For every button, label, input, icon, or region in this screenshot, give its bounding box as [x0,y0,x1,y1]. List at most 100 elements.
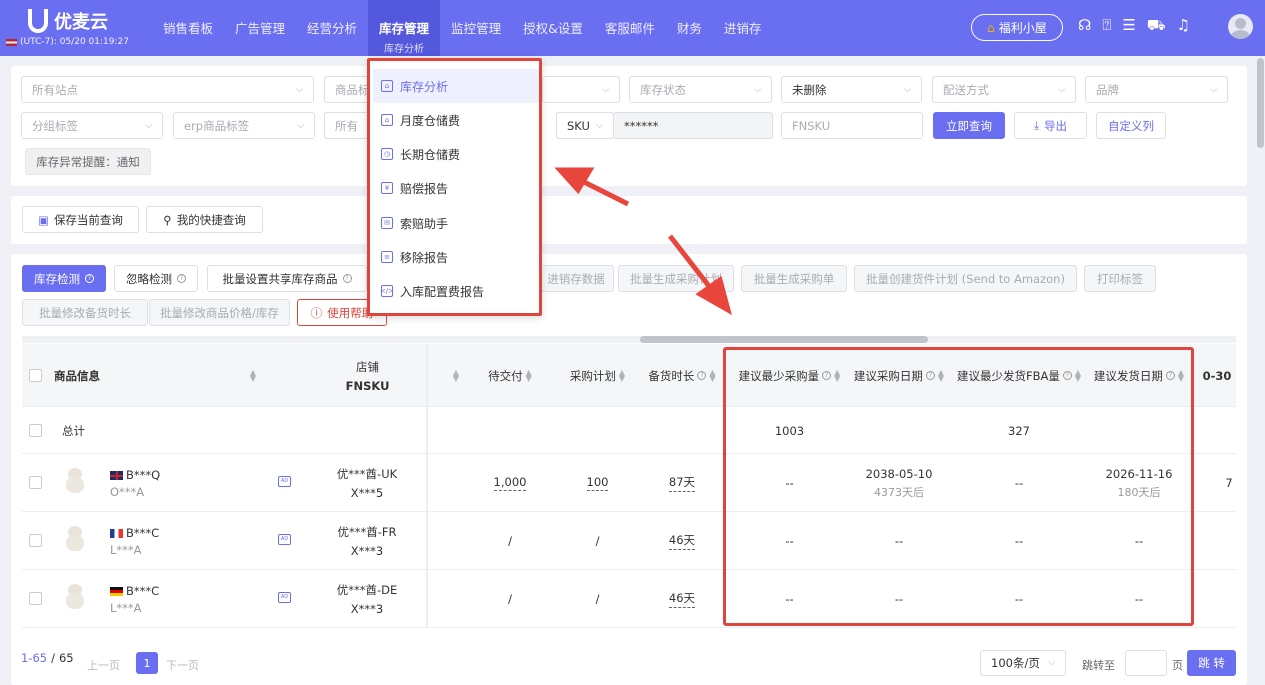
nav-monitor[interactable]: 监控管理 [440,0,512,56]
horizontal-scrollbar[interactable] [22,336,1236,343]
help-icon: ⓘ [310,305,323,320]
sku-type-select[interactable]: SKU ⌵ [556,112,614,139]
page-size-select[interactable]: 100条/页 ⌵ [980,650,1066,676]
fnsku-input[interactable]: FNSKU [781,112,923,139]
warehouse-icon: ⌂ [381,80,393,92]
lead-cell[interactable]: 46天 [642,512,722,570]
row-checkbox[interactable] [29,534,42,547]
ad-icon[interactable]: AD [278,534,291,545]
product-info: B***Q O***A [110,468,161,499]
delivery-select[interactable]: 配送方式 ⌵ [932,76,1076,103]
ad-icon[interactable]: AD [278,476,291,487]
product-thumbnail[interactable] [62,578,88,612]
nav-analysis[interactable]: 经营分析 [296,0,368,56]
plan-cell: / [595,534,600,548]
sort-icon: ▲ ▼ [452,367,460,383]
menu-long-term-storage[interactable]: ◷ 长期仓储费 [373,137,539,171]
chevron-down-icon: ⌵ [1058,84,1065,95]
nav-inventory[interactable]: 库存管理 库存分析 [368,0,441,56]
pending-cell: / [508,592,512,606]
warehouse-select[interactable]: ⌵ [542,76,620,103]
batch-plan-button[interactable]: 批量生成采购计划 [618,265,734,292]
goto-page-input[interactable] [1125,650,1167,676]
avatar[interactable] [1228,14,1253,39]
plan-cell[interactable]: 100 [555,454,640,512]
ignore-check-button[interactable]: 忽略检测? [114,265,198,292]
plan-cell: / [595,592,600,606]
pager-info: 1-65/65 [21,651,74,665]
menu-claim-assistant[interactable]: ✉ 索赔助手 [373,206,539,240]
save-query-button[interactable]: ▣ 保存当前查询 [22,206,139,233]
message-icon[interactable]: ☰ [1122,16,1135,36]
my-quick-query-button[interactable]: ⚲ 我的快捷查询 [146,206,263,233]
lead-cell[interactable]: 87天 [642,454,722,512]
jump-button[interactable]: 跳 转 [1187,650,1236,676]
stock-status-select[interactable]: 库存状态 ⌵ [629,76,772,103]
ad-icon[interactable]: AD [278,592,291,603]
col-shop-fnsku[interactable]: 店铺 FNSKU [310,344,425,407]
scrollbar-thumb[interactable] [640,336,928,343]
batch-shipment-button[interactable]: 批量创建货件计划 (Send to Amazon) [854,265,1077,292]
menu-inventory-analysis[interactable]: ⌂ 库存分析 [373,69,539,103]
brand-select[interactable]: 品牌 ⌵ [1085,76,1228,103]
nav-ads[interactable]: 广告管理 [224,0,296,56]
bell-icon[interactable]: ♫ [1177,16,1190,36]
col-product[interactable]: 商品信息 ▲ ▼ [50,344,260,407]
header-icons: ☊ ⍰ ☰ ⛟ ♫ [1078,16,1190,36]
custom-columns-button[interactable]: 自定义列 [1096,112,1166,139]
sort-icon: ▲ ▼ [709,367,716,383]
welfare-button[interactable]: ⌂ 福利小屋 [971,14,1063,41]
batch-share-button[interactable]: 批量设置共享库存商品? [207,265,367,292]
nav-sales-board[interactable]: 销售看板 [152,0,224,56]
product-thumbnail[interactable] [62,520,88,554]
sales-data-button[interactable]: 进销存数据 [538,265,614,292]
shop-cell: 优***酋-UK X***5 [336,467,398,500]
row-checkbox[interactable] [29,424,42,437]
menu-inbound-fee-report[interactable]: </> 入库配置费报告 [373,274,539,308]
product-thumbnail[interactable] [62,462,88,496]
col-age[interactable]: 0-30 [1202,344,1232,407]
erp-tag-select[interactable]: erp商品标签 ⌵ [173,112,315,139]
col-pending[interactable]: 待交付 ▲ ▼ [468,344,552,407]
group-tag-select[interactable]: 分组标签 ⌵ [21,112,163,139]
inventory-check-button[interactable]: 库存检测? [22,265,106,292]
col-lead-time[interactable]: 备货时长? ▲ ▼ [642,344,722,407]
site-select[interactable]: 所有站点 ⌵ [21,76,314,103]
claim-icon: ✉ [381,217,393,229]
help-icon[interactable]: ⍰ [1102,16,1111,36]
next-page-button[interactable]: 下一页 [166,657,199,673]
inbound-fee-icon: </> [379,285,395,297]
print-label-button[interactable]: 打印标签 [1084,265,1156,292]
pending-cell[interactable]: 1,000 [468,454,552,512]
menu-monthly-storage[interactable]: ⌂ 月度仓储费 [373,103,539,137]
stock-alert-button[interactable]: 库存异常提醒：通知 [25,148,151,175]
row-checkbox[interactable] [29,592,42,605]
batch-price-button[interactable]: 批量修改商品价格/库存 [149,299,290,326]
select-all-checkbox[interactable] [29,369,42,382]
batch-lead-time-button[interactable]: 批量修改备货时长 [22,299,148,326]
sku-input[interactable]: ****** [613,112,773,139]
row-checkbox[interactable] [29,476,42,489]
lead-cell[interactable]: 46天 [642,570,722,628]
export-button[interactable]: ⤓ 导出 [1014,112,1087,139]
brand-logo[interactable]: 优麦云 [28,8,108,34]
batch-po-button[interactable]: 批量生成采购单 [741,265,847,292]
prev-page-button[interactable]: 上一页 [87,657,120,673]
query-button[interactable]: 立即查询 [933,112,1005,139]
menu-compensation-report[interactable]: ¥ 赔偿报告 [373,171,539,205]
chevron-down-icon: ⌵ [297,120,304,131]
nav-finance[interactable]: 财务 [666,0,713,56]
headset-icon[interactable]: ☊ [1078,16,1091,36]
page-1-button[interactable]: 1 [136,652,158,674]
deleted-select[interactable]: 未删除 ⌵ [781,76,922,103]
nav-purchase-sales[interactable]: 进销存 [713,0,773,56]
nav-auth-settings[interactable]: 授权&设置 [512,0,594,56]
col-plan[interactable]: 采购计划 ▲ ▼ [555,344,640,407]
highlight-box [723,347,1194,626]
nav-service-mail[interactable]: 客服邮件 [594,0,666,56]
vertical-scrollbar[interactable] [1257,58,1264,148]
cart-icon[interactable]: ⛟ [1147,16,1166,36]
col-sort[interactable]: ▲ ▼ [446,344,466,407]
chevron-down-icon: ⌵ [602,84,609,95]
menu-removal-report[interactable]: ≡ 移除报告 [373,240,539,274]
